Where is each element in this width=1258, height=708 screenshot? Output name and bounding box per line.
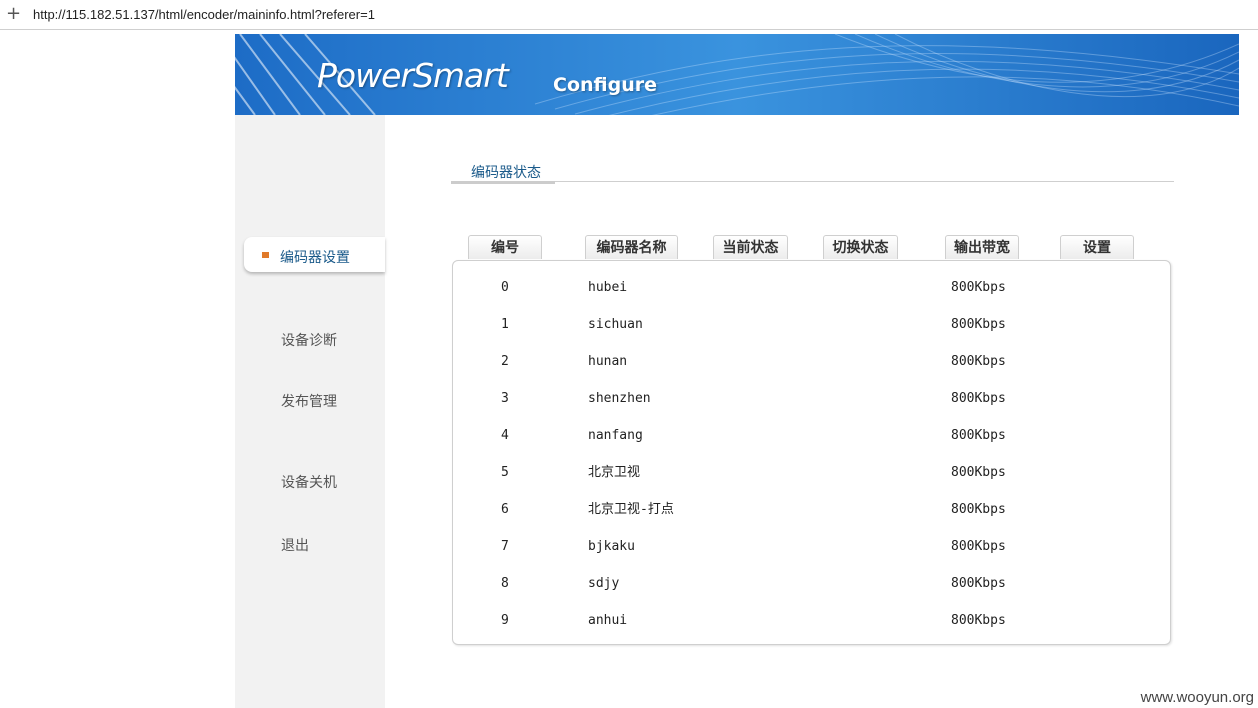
table-row[interactable]: 6 北京卫视-打点 800Kbps [453, 491, 1170, 528]
watermark-text: www.wooyun.org [1140, 689, 1254, 706]
table-row[interactable]: 0 hubei 800Kbps [453, 269, 1170, 306]
row-id: 0 [501, 280, 509, 295]
table-row[interactable]: 1 sichuan 800Kbps [453, 306, 1170, 343]
column-header-settings[interactable]: 设置 [1060, 235, 1134, 259]
row-bandwidth: 800Kbps [951, 539, 1006, 554]
row-bandwidth: 800Kbps [951, 354, 1006, 369]
header-banner: PowerSmart Configure [235, 34, 1239, 115]
row-id: 1 [501, 317, 509, 332]
table-row[interactable]: 5 北京卫视 800Kbps [453, 454, 1170, 491]
browser-address-bar: + http://115.182.51.137/html/encoder/mai… [0, 0, 1258, 30]
row-bandwidth: 800Kbps [951, 391, 1006, 406]
sidebar [235, 115, 385, 708]
row-name: sdjy [588, 576, 620, 591]
column-header-current-status[interactable]: 当前状态 [713, 235, 788, 259]
row-bandwidth: 800Kbps [951, 317, 1006, 332]
row-bandwidth: 800Kbps [951, 576, 1006, 591]
table-row[interactable]: 2 hunan 800Kbps [453, 343, 1170, 380]
row-name: sichuan [588, 317, 643, 332]
row-name: shenzhen [588, 391, 651, 406]
powersmart-logo: PowerSmart [317, 56, 509, 95]
sidebar-item-publish-management[interactable]: 发布管理 [281, 391, 337, 411]
row-id: 7 [501, 539, 509, 554]
column-header-encoder-name[interactable]: 编码器名称 [585, 235, 678, 259]
column-header-id[interactable]: 编号 [468, 235, 542, 259]
row-name: bjkaku [588, 539, 635, 554]
row-name: hubei [588, 280, 628, 295]
new-tab-plus-icon[interactable]: + [6, 3, 21, 25]
banner-subtitle: Configure [553, 74, 657, 96]
row-bandwidth: 800Kbps [951, 465, 1006, 480]
row-name: hunan [588, 354, 628, 369]
table-row[interactable]: 3 shenzhen 800Kbps [453, 380, 1170, 417]
row-id: 4 [501, 428, 509, 443]
table-row[interactable]: 7 bjkaku 800Kbps [453, 528, 1170, 565]
tab-divider [451, 181, 1174, 182]
row-id: 5 [501, 465, 509, 480]
address-url[interactable]: http://115.182.51.137/html/encoder/maini… [33, 7, 375, 22]
row-name: 北京卫视-打点 [588, 502, 674, 517]
row-name: nanfang [588, 428, 643, 443]
table-row[interactable]: 4 nanfang 800Kbps [453, 417, 1170, 454]
active-bullet-icon [262, 252, 269, 258]
sidebar-item-device-diagnostics[interactable]: 设备诊断 [281, 330, 337, 350]
sidebar-item-device-shutdown[interactable]: 设备关机 [281, 472, 337, 492]
encoder-table: 0 hubei 800Kbps 1 sichuan 800Kbps 2 huna… [452, 260, 1171, 645]
row-bandwidth: 800Kbps [951, 502, 1006, 517]
row-name: 北京卫视 [588, 465, 641, 480]
sidebar-item-logout[interactable]: 退出 [281, 535, 309, 555]
table-row[interactable]: 9 anhui 800Kbps [453, 602, 1170, 639]
row-id: 6 [501, 502, 509, 517]
sidebar-item-encoder-settings[interactable]: 编码器设置 [244, 237, 385, 272]
tab-encoder-status[interactable]: 编码器状态 [471, 162, 541, 182]
row-bandwidth: 800Kbps [951, 428, 1006, 443]
column-header-switch-status[interactable]: 切换状态 [823, 235, 898, 259]
row-bandwidth: 800Kbps [951, 280, 1006, 295]
table-row[interactable]: 8 sdjy 800Kbps [453, 565, 1170, 602]
row-id: 9 [501, 613, 509, 628]
row-id: 3 [501, 391, 509, 406]
row-id: 8 [501, 576, 509, 591]
column-header-output-bandwidth[interactable]: 输出带宽 [945, 235, 1019, 259]
row-id: 2 [501, 354, 509, 369]
sidebar-item-label: 编码器设置 [280, 250, 350, 266]
row-bandwidth: 800Kbps [951, 613, 1006, 628]
row-name: anhui [588, 613, 628, 628]
